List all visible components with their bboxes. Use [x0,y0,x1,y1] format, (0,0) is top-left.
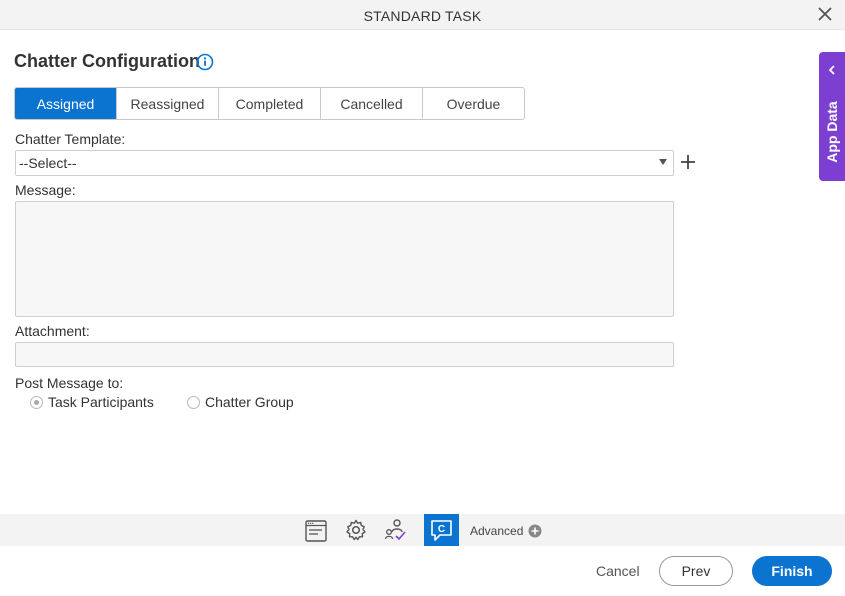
form-icon[interactable] [304,519,328,543]
finish-button[interactable]: Finish [752,556,832,586]
info-icon[interactable] [196,53,214,71]
close-icon[interactable] [817,6,833,22]
tab-assigned[interactable]: Assigned [15,88,117,119]
tab-overdue[interactable]: Overdue [423,88,524,119]
radio-button[interactable] [187,395,200,409]
add-template-icon[interactable] [679,153,697,171]
app-data-label: App Data [824,101,840,163]
radio-label: Chatter Group [205,394,294,410]
prev-button[interactable]: Prev [659,556,733,586]
attachment-label: Attachment: [15,323,90,339]
advanced-label: Advanced [470,524,524,538]
app-data-panel-toggle[interactable]: App Data [819,52,845,181]
tab-reassigned[interactable]: Reassigned [117,88,219,119]
title-bar: STANDARD TASK [0,0,845,30]
attachment-field[interactable] [15,342,674,367]
page-title: Chatter Configuration [14,51,200,71]
chatter-template-label: Chatter Template: [15,131,126,147]
tab-completed[interactable]: Completed [219,88,321,119]
window-title: STANDARD TASK [363,8,482,24]
status-tabs: Assigned Reassigned Completed Cancelled … [14,87,525,120]
chatter-icon: C [431,520,452,541]
advanced-button[interactable]: Advanced [470,524,542,538]
radio-button[interactable] [30,395,43,409]
chatter-template-value: --Select-- [19,155,77,171]
chevron-left-icon [828,65,835,75]
post-message-label: Post Message to: [15,375,124,391]
bottom-toolbar [0,514,845,546]
radio-chatter-group[interactable]: Chatter Group [187,394,294,410]
radio-label: Task Participants [48,394,154,410]
tab-cancelled[interactable]: Cancelled [321,88,423,119]
participants-icon[interactable] [384,518,408,542]
dropdown-arrow-icon [659,159,667,165]
chatter-tab-button[interactable]: C [424,514,459,546]
message-label: Message: [15,182,76,198]
svg-text:C: C [438,524,445,535]
cancel-button[interactable]: Cancel [596,563,640,579]
radio-task-participants[interactable]: Task Participants [30,394,154,410]
chatter-template-select[interactable]: --Select-- [15,150,674,176]
settings-gear-icon[interactable] [344,518,368,542]
message-textarea[interactable] [15,201,674,317]
plus-circle-icon [528,524,542,538]
